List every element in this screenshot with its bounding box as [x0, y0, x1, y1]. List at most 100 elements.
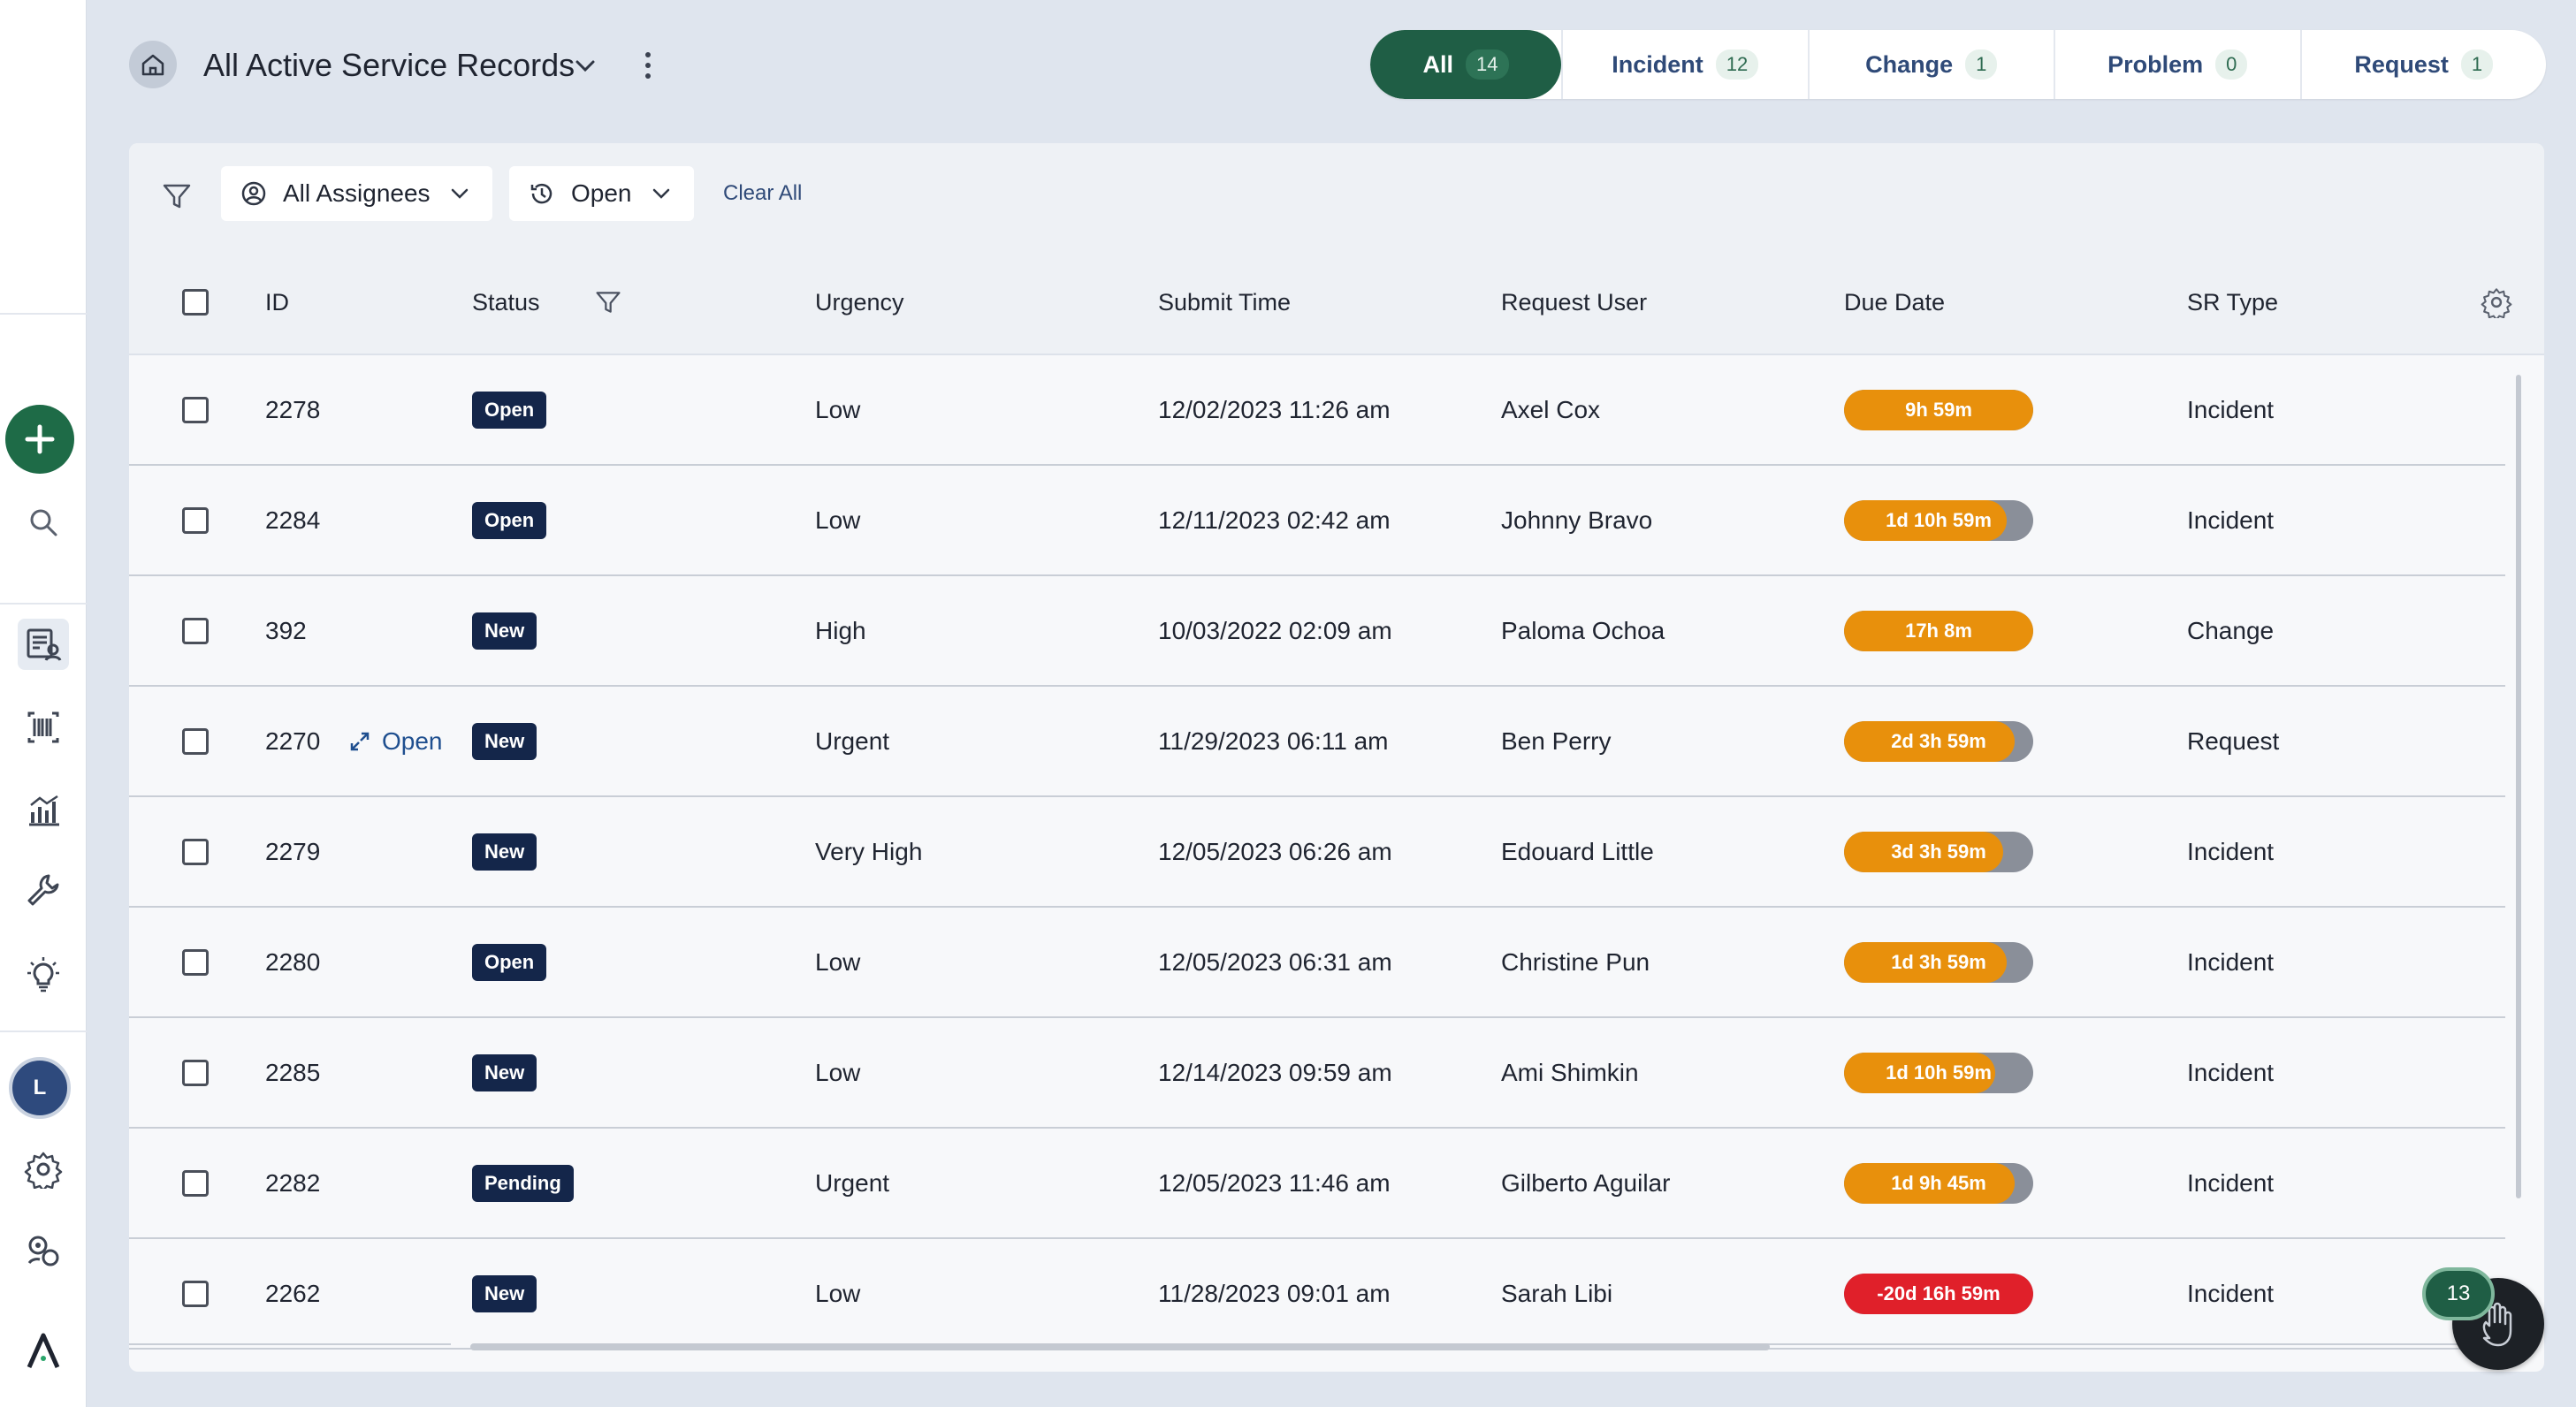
sr-type: Incident: [2187, 506, 2275, 534]
page-title[interactable]: All Active Service Records: [203, 44, 575, 87]
column-header-urgency[interactable]: Urgency: [815, 249, 904, 355]
due-date-cell: 1d 9h 45m: [1844, 1129, 2033, 1237]
clear-all-link[interactable]: Clear All: [723, 179, 802, 209]
record-id[interactable]: 2270: [265, 687, 320, 795]
table-row[interactable]: 392 New High 10/03/2022 02:09 am Paloma Ocho…: [129, 576, 2505, 687]
status-cell: Open: [472, 908, 547, 1016]
record-id[interactable]: 2285: [265, 1018, 320, 1127]
table-row[interactable]: 2285 New Low 12/14/2023 09:59 am Ami Shimkin…: [129, 1018, 2505, 1129]
request-user: Ben Perry: [1501, 726, 1612, 755]
record-id[interactable]: 2282: [265, 1129, 320, 1237]
create-new-button[interactable]: [5, 405, 74, 474]
sidebar-search[interactable]: [18, 497, 69, 548]
due-date-cell: -20d 16h 59m: [1844, 1239, 2033, 1348]
filter-icon[interactable]: [161, 180, 193, 212]
tab-incident[interactable]: Incident 12: [1561, 30, 1808, 99]
column-header-request-user[interactable]: Request User: [1501, 249, 1647, 355]
column-header-id[interactable]: ID: [265, 249, 289, 355]
status-cell: Open: [472, 466, 547, 574]
row-checkbox[interactable]: [182, 727, 209, 755]
record-id[interactable]: 2279: [265, 797, 320, 906]
urgency: Low: [815, 947, 861, 976]
record-id[interactable]: 2278: [265, 355, 320, 464]
request-user: Paloma Ochoa: [1501, 616, 1665, 644]
column-header-status[interactable]: Status: [472, 249, 540, 355]
record-id[interactable]: 2284: [265, 466, 320, 574]
sidebar-logo: [18, 1326, 69, 1377]
row-checkbox[interactable]: [182, 1280, 209, 1307]
table-row[interactable]: 2262 New Low 11/28/2023 09:01 am Sarah Libi -…: [129, 1239, 2505, 1350]
tab-count: 12: [1715, 49, 1759, 80]
sidebar: L: [0, 0, 87, 1407]
row-checkbox[interactable]: [182, 838, 209, 865]
plus-icon: [25, 424, 55, 454]
table-row[interactable]: 2270 Open New Urgent 11/29/2023 06:11 am Ben …: [129, 687, 2505, 797]
record-id[interactable]: 392: [265, 576, 307, 685]
request-user: Gilberto Aguilar: [1501, 1168, 1671, 1197]
select-all-checkbox[interactable]: [182, 289, 209, 316]
select-all-cell: [182, 249, 209, 355]
urgency: Low: [815, 1058, 861, 1086]
table-row[interactable]: 2280 Open Low 12/05/2023 06:31 am Christine …: [129, 908, 2505, 1018]
open-record-label: Open: [382, 726, 443, 755]
sidebar-item-analytics[interactable]: [18, 785, 69, 836]
due-date-progress: 17h 8m: [1844, 610, 2033, 651]
vertical-scrollbar[interactable]: [2516, 375, 2521, 1198]
row-checkbox[interactable]: [182, 506, 209, 534]
assignee-filter-dropdown[interactable]: All Assignees: [221, 166, 492, 221]
request-user: Edouard Little: [1501, 837, 1654, 865]
due-date-progress: 1d 3h 59m: [1844, 941, 2033, 983]
tab-all[interactable]: All 14: [1370, 30, 1561, 99]
column-settings-button[interactable]: [2481, 249, 2512, 355]
due-date-progress: 1d 10h 59m: [1844, 499, 2033, 541]
sidebar-divider: [0, 603, 87, 605]
status-badge: New: [472, 612, 537, 650]
sidebar-item-service-records[interactable]: [18, 619, 69, 670]
row-checkbox[interactable]: [182, 1169, 209, 1197]
open-record-link[interactable]: Open: [348, 687, 443, 795]
table-header: ID Status Urgency Submit Time Request Us…: [129, 249, 2544, 355]
status-badge: Open: [472, 501, 547, 539]
horizontal-scrollbar[interactable]: [470, 1343, 1770, 1350]
column-header-due-date[interactable]: Due Date: [1844, 249, 1945, 355]
row-checkbox[interactable]: [182, 948, 209, 976]
avatar[interactable]: L: [9, 1057, 71, 1119]
record-id[interactable]: 2280: [265, 908, 320, 1016]
sidebar-item-tools[interactable]: [18, 864, 69, 916]
submit-time: 12/05/2023 11:46 am: [1158, 1168, 1391, 1197]
sr-type: Request: [2187, 726, 2280, 755]
row-checkbox[interactable]: [182, 617, 209, 644]
request-user: Ami Shimkin: [1501, 1058, 1639, 1086]
avatar-initial: L: [33, 1076, 47, 1099]
sr-type: Incident: [2187, 837, 2275, 865]
sidebar-item-ideas[interactable]: [18, 949, 69, 1000]
status-cell: New: [472, 576, 537, 685]
sidebar-item-assets[interactable]: [18, 702, 69, 753]
notification-count-badge[interactable]: 13: [2422, 1267, 2495, 1320]
row-checkbox[interactable]: [182, 1059, 209, 1086]
user-circle-icon: [241, 181, 266, 206]
tab-change[interactable]: Change 1: [1807, 30, 2054, 99]
table-row[interactable]: 2279 New Very High 12/05/2023 06:26 am Edoua…: [129, 797, 2505, 908]
table-row[interactable]: 2282 Pending Urgent 12/05/2023 11:46 am Gilb…: [129, 1129, 2505, 1239]
row-select-cell: [182, 687, 209, 795]
status-badge: Open: [472, 943, 547, 981]
table-row[interactable]: 2278 Open Low 12/02/2023 11:26 am Axel Cox 9h…: [129, 355, 2505, 466]
more-options-button[interactable]: [633, 44, 663, 87]
sidebar-item-admin[interactable]: [18, 1225, 69, 1276]
home-button[interactable]: [129, 41, 177, 88]
status-filter-label: Open: [571, 179, 632, 207]
table-row[interactable]: 2284 Open Low 12/11/2023 02:42 am Johnny Bra…: [129, 466, 2505, 576]
record-id[interactable]: 2262: [265, 1239, 320, 1348]
sidebar-item-settings[interactable]: [18, 1144, 69, 1195]
column-header-submit-time[interactable]: Submit Time: [1158, 249, 1291, 355]
column-header-sr-type[interactable]: SR Type: [2187, 249, 2278, 355]
row-checkbox[interactable]: [182, 396, 209, 423]
sr-type: Incident: [2187, 1168, 2275, 1197]
tab-problem[interactable]: Problem 0: [2054, 30, 2300, 99]
due-date-label: 1d 10h 59m: [1886, 508, 1992, 531]
tab-request[interactable]: Request 1: [2299, 30, 2547, 99]
status-filter-dropdown[interactable]: Open: [509, 166, 694, 221]
status-column-filter[interactable]: [594, 249, 622, 355]
chevron-down-icon[interactable]: [569, 49, 601, 81]
